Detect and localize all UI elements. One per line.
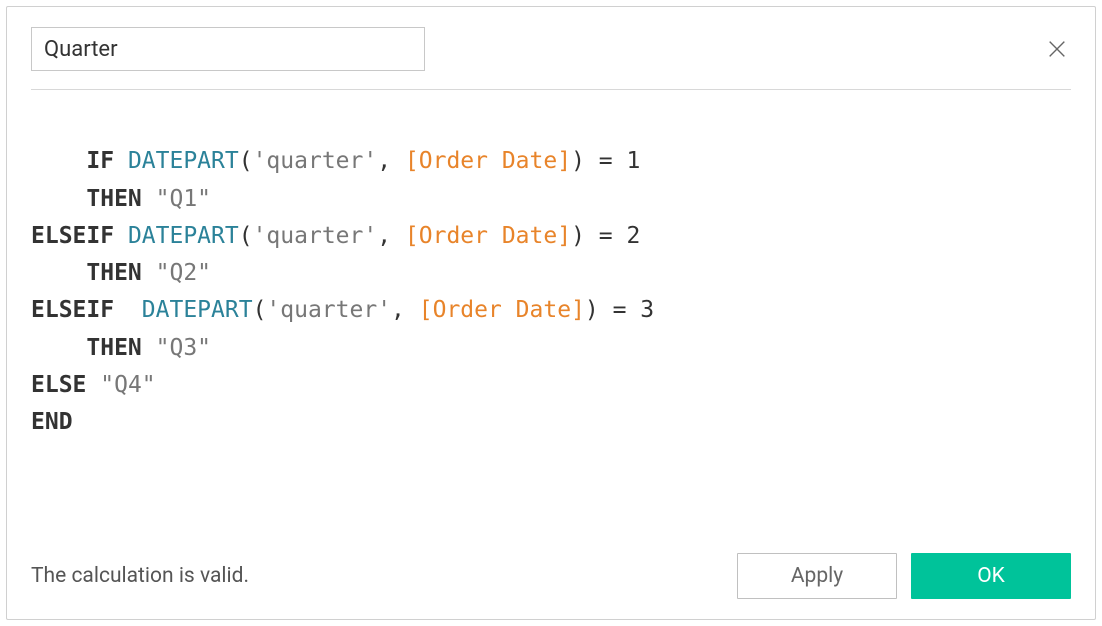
formula-token-plain: , [377, 148, 405, 174]
formula-token-field: [Order Date] [405, 223, 571, 249]
formula-token-plain: ( [253, 297, 267, 323]
formula-token-kw: THEN [86, 186, 155, 212]
formula-token-plain: ( [239, 223, 253, 249]
dialog-header [31, 27, 1071, 71]
formula-token-plain: ( [239, 148, 253, 174]
formula-token-field: [Order Date] [405, 148, 571, 174]
formula-token-field: [Order Date] [419, 297, 585, 323]
formula-token-kw: IF [86, 148, 128, 174]
close-icon [1046, 38, 1068, 60]
formula-token-str: 'quarter' [253, 223, 378, 249]
formula-token-plain: ) = 2 [571, 223, 640, 249]
formula-token-kw: END [31, 409, 73, 435]
formula-token-fn: DATEPART [128, 223, 239, 249]
formula-token-kw: ELSE [31, 372, 100, 398]
calculation-name-input[interactable] [31, 27, 425, 71]
ok-button[interactable]: OK [911, 553, 1071, 599]
formula-token-plain [31, 260, 86, 286]
formula-token-str: "Q3" [156, 335, 211, 361]
formula-token-fn: DATEPART [128, 148, 239, 174]
formula-token-fn: DATEPART [142, 297, 253, 323]
apply-button[interactable]: Apply [737, 553, 897, 599]
button-group: Apply OK [737, 553, 1071, 599]
close-button[interactable] [1043, 35, 1071, 63]
formula-token-str: 'quarter' [266, 297, 391, 323]
formula-token-kw: THEN [86, 260, 155, 286]
formula-token-str: "Q4" [100, 372, 155, 398]
calculation-dialog: IF DATEPART('quarter', [Order Date]) = 1… [6, 6, 1096, 620]
formula-token-kw: ELSEIF [31, 297, 142, 323]
formula-token-plain: ) = 3 [585, 297, 654, 323]
formula-token-str: "Q1" [156, 186, 211, 212]
dialog-footer: The calculation is valid. Apply OK [31, 553, 1071, 599]
formula-token-kw: THEN [86, 335, 155, 361]
formula-token-plain: ) = 1 [571, 148, 640, 174]
formula-token-plain: , [391, 297, 419, 323]
formula-token-kw: ELSEIF [31, 223, 128, 249]
formula-token-plain [31, 335, 86, 361]
formula-token-str: "Q2" [156, 260, 211, 286]
validation-status: The calculation is valid. [31, 564, 249, 588]
header-divider [31, 89, 1071, 90]
formula-token-plain [31, 186, 86, 212]
formula-editor[interactable]: IF DATEPART('quarter', [Order Date]) = 1… [31, 106, 1071, 541]
formula-token-plain: , [377, 223, 405, 249]
formula-token-str: 'quarter' [253, 148, 378, 174]
